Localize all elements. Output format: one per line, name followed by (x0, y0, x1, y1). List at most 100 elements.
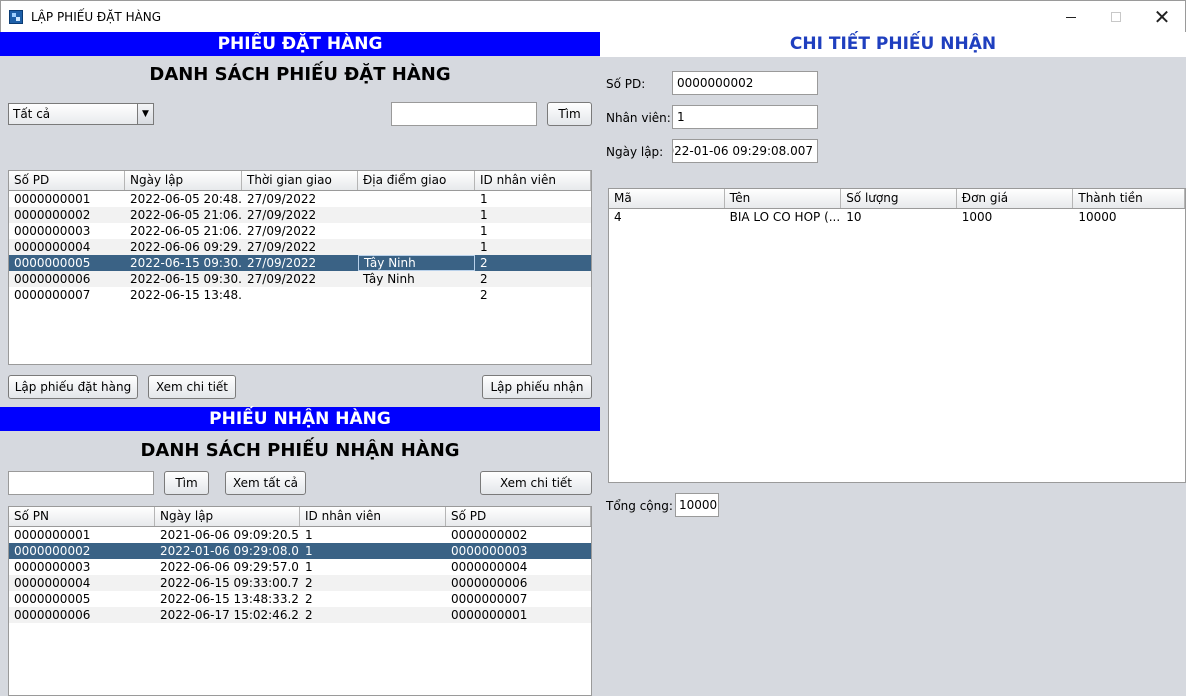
order-filter-select[interactable]: Tất cả ▼ (8, 103, 154, 125)
order-table-cell: 1 (480, 224, 488, 238)
receipt-table-cell: 2022-06-06 09:29:57.0... (160, 560, 300, 574)
order-table-row[interactable]: 0000000005 2022-06-15 09:30... 27/09/2022 T… (9, 255, 591, 271)
order-table-cell: Tây Ninh (363, 272, 415, 286)
receipt-table-cell: 0000000007 (451, 592, 528, 606)
order-table-row[interactable]: 0000000001 2022-06-05 20:48... 27/09/2022 1 (9, 191, 591, 207)
order-table-header: Số PD Ngày lập Thời gian giao Địa điểm giao… (9, 171, 591, 191)
dropdown-arrow-icon[interactable]: ▼ (137, 104, 153, 124)
receipt-table-cell: 1 (305, 560, 313, 574)
order-table-row[interactable]: 0000000007 2022-06-15 13:48... 2 (9, 287, 591, 303)
receipt-table-cell: 2022-06-15 13:48:33.21 (160, 592, 300, 606)
order-col-header[interactable]: Thời gian giao (242, 171, 358, 190)
detail-table-row[interactable]: 4 BIA LO CO HOP (... 10 1000 10000 (609, 209, 1185, 225)
order-table-cell (358, 191, 475, 207)
order-table-cell: 2022-06-05 20:48... (130, 192, 242, 206)
order-table-cell: 0000000006 (14, 272, 91, 286)
order-table-row[interactable]: 0000000006 2022-06-15 09:30... 27/09/2022 T… (9, 271, 591, 287)
detail-table: Mã Tên Số lượng Đơn giá Thành tiền 4 BIA LO C… (608, 188, 1186, 483)
detail-col-header[interactable]: Thành tiền (1073, 189, 1185, 208)
view-receipt-detail-button[interactable]: Xem chi tiết (480, 471, 592, 495)
order-table-cell: 2022-06-06 09:29... (130, 240, 242, 254)
order-col-header[interactable]: Số PD (9, 171, 125, 190)
detail-table-body: 4 BIA LO CO HOP (... 10 1000 10000 (609, 209, 1185, 225)
order-search-input[interactable] (391, 102, 537, 126)
receipt-col-header[interactable]: Ngày lập (155, 507, 300, 526)
receipt-col-header[interactable]: Số PN (9, 507, 155, 526)
receipt-table-cell: 0000000001 (451, 608, 528, 622)
receipt-table-cell: 2022-06-17 15:02:46.23 (160, 608, 300, 622)
create-order-button[interactable]: Lập phiếu đặt hàng (8, 375, 138, 399)
receipt-table-cell: 0000000006 (451, 576, 528, 590)
view-all-receipts-button[interactable]: Xem tất cả (225, 471, 306, 495)
ngay-lap-field[interactable]: 2022-01-06 09:29:08.007 (672, 139, 818, 163)
detail-col-header[interactable]: Đơn giá (957, 189, 1074, 208)
receipt-table-row[interactable]: 0000000004 2022-06-15 09:33:00.7... 2 00000… (9, 575, 591, 591)
total-field[interactable]: 10000 (675, 493, 719, 517)
order-table-cell: 0000000007 (14, 288, 91, 302)
receipt-table: Số PN Ngày lập ID nhân viên Số PD 000000000… (8, 506, 592, 696)
receipt-table-cell: 0000000004 (14, 576, 91, 590)
receipt-search-button[interactable]: Tìm (164, 471, 209, 495)
receipt-table-row[interactable]: 0000000002 2022-01-06 09:29:08.0... 1 00000… (9, 543, 591, 559)
detail-table-cell: 4 (614, 210, 622, 224)
order-col-header[interactable]: Ngày lập (125, 171, 242, 190)
close-button[interactable]: ✕ (1139, 1, 1185, 33)
order-table-row[interactable]: 0000000003 2022-06-05 21:06... 27/09/2022 1 (9, 223, 591, 239)
order-table-cell: 0000000004 (14, 240, 91, 254)
receipt-table-cell: 0000000005 (14, 592, 91, 606)
receipt-table-cell: 2022-01-06 09:29:08.0... (160, 544, 300, 558)
order-search-button[interactable]: Tìm (547, 102, 592, 126)
maximize-button[interactable] (1093, 1, 1139, 33)
receipt-col-header[interactable]: ID nhân viên (300, 507, 446, 526)
detail-col-header[interactable]: Tên (725, 189, 842, 208)
order-table-cell: Tây Ninh (358, 255, 475, 271)
receipt-table-cell: 0000000003 (14, 560, 91, 574)
order-col-header[interactable]: Địa điểm giao (358, 171, 475, 190)
view-order-detail-button[interactable]: Xem chi tiết (148, 375, 236, 399)
minimize-button[interactable] (1048, 1, 1094, 33)
nhan-vien-field[interactable]: 1 (672, 105, 818, 129)
create-receipt-button[interactable]: Lập phiếu nhận (482, 375, 592, 399)
order-table-cell (358, 287, 475, 303)
order-table-cell: 2 (480, 256, 488, 270)
receipt-table-cell: 0000000001 (14, 528, 91, 542)
receipt-table-cell: 2022-06-15 09:33:00.7... (160, 576, 300, 590)
order-table-cell: 2022-06-15 13:48... (130, 288, 242, 302)
order-table-cell: 27/09/2022 (247, 224, 317, 238)
order-table-cell: 27/09/2022 (247, 192, 317, 206)
order-table: Số PD Ngày lập Thời gian giao Địa điểm giao… (8, 170, 592, 365)
receipt-list-title: DANH SÁCH PHIẾU NHẬN HÀNG (140, 440, 460, 461)
receipt-table-row[interactable]: 0000000001 2021-06-06 09:09:20.5... 1 00000… (9, 527, 591, 543)
order-table-cell (358, 207, 475, 223)
order-col-header[interactable]: ID nhân viên (475, 171, 591, 190)
order-table-cell: 1 (480, 208, 488, 222)
detail-col-header[interactable]: Số lượng (841, 189, 957, 208)
order-table-cell: 2 (480, 272, 488, 286)
receipt-table-cell: 1 (305, 544, 313, 558)
app-icon (9, 10, 23, 24)
detail-col-header[interactable]: Mã (609, 189, 725, 208)
close-icon: ✕ (1153, 5, 1171, 29)
receipt-table-row[interactable]: 0000000005 2022-06-15 13:48:33.21 2 0000000… (9, 591, 591, 607)
order-table-row[interactable]: 0000000002 2022-06-05 21:06... 27/09/2022 1 (9, 207, 591, 223)
receipt-table-cell: 2 (305, 576, 313, 590)
receipt-table-row[interactable]: 0000000003 2022-06-06 09:29:57.0... 1 00000… (9, 559, 591, 575)
receipt-search-input[interactable] (8, 471, 154, 495)
order-table-cell: 1 (480, 192, 488, 206)
receipt-table-cell: 0000000003 (451, 544, 528, 558)
right-panel: CHI TIẾT PHIẾU NHẬN Số PD: 0000000002 Nh… (600, 32, 1186, 696)
receipt-table-cell: 0000000006 (14, 608, 91, 622)
order-table-row[interactable]: 0000000004 2022-06-06 09:29... 27/09/2022 1 (9, 239, 591, 255)
order-table-cell: 2022-06-05 21:06... (130, 208, 242, 222)
order-table-cell: 27/09/2022 (247, 272, 317, 286)
ngay-lap-value: 2022-01-06 09:29:08.007 (672, 144, 813, 158)
order-table-cell: 2022-06-05 21:06... (130, 224, 242, 238)
order-table-cell: 0000000003 (14, 224, 91, 238)
receipt-table-cell: 0000000002 (451, 528, 528, 542)
left-panel: PHIẾU ĐẶT HÀNG DANH SÁCH PHIẾU ĐẶT HÀNG … (0, 32, 600, 696)
so-pd-field[interactable]: 0000000002 (672, 71, 818, 95)
receipt-col-header[interactable]: Số PD (446, 507, 591, 526)
receipt-table-row[interactable]: 0000000006 2022-06-17 15:02:46.23 2 0000000… (9, 607, 591, 623)
order-table-cell: 0000000005 (14, 256, 91, 270)
detail-table-cell: 10000 (1078, 210, 1117, 224)
